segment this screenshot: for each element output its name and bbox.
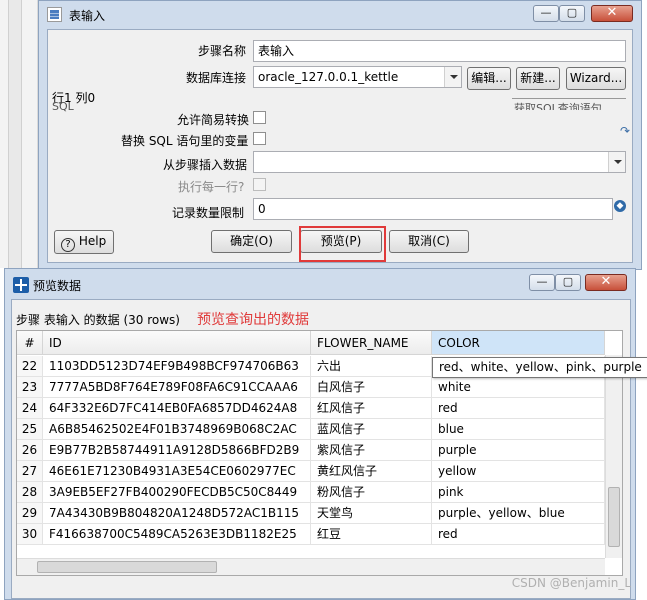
column-header-color[interactable]: COLOR	[432, 331, 605, 355]
kettle-icon	[13, 277, 29, 293]
background-panel	[0, 0, 38, 268]
row-number[interactable]: 24	[17, 398, 43, 419]
table-row[interactable]: 27 46E61E71230B4931A3E54CE0602977EC 黄红风信子 y…	[17, 461, 607, 482]
cell-id[interactable]: 1103DD5123D74EF9B498BCF974706B63	[43, 356, 311, 377]
vertical-scroll-thumb[interactable]	[608, 487, 620, 547]
divider	[512, 98, 626, 99]
cell-flower-name[interactable]: 蓝风信子	[311, 419, 432, 440]
close-button[interactable]: ✕	[585, 274, 627, 291]
watermark: CSDN @Benjamin_L	[511, 576, 631, 590]
cell-flower-name[interactable]: 红豆	[311, 524, 432, 545]
table-row[interactable]: 29 7A43430B9B804820A1248D572AC1B115 天堂鸟 pur…	[17, 503, 607, 524]
table-row[interactable]: 24 64F332E6D7FC414EB0FA6857DD4624A8 红风信子 re…	[17, 398, 607, 419]
minimize-button[interactable]: —	[533, 5, 559, 22]
horizontal-scroll-thumb[interactable]	[37, 561, 217, 573]
table-icon	[47, 7, 62, 22]
cell-id[interactable]: 7A43430B9B804820A1248D572AC1B115	[43, 503, 311, 524]
row-number[interactable]: 27	[17, 461, 43, 482]
cell-id[interactable]: F416638700C5489CA5263E3DB1182E25	[43, 524, 311, 545]
close-button[interactable]: ✕	[591, 5, 633, 22]
limit-label: 记录数量限制	[172, 206, 245, 220]
row-number[interactable]: 30	[17, 524, 43, 545]
table-row[interactable]: 30 F416638700C5489CA5263E3DB1182E25 红豆 red	[17, 524, 607, 545]
chevron-down-icon[interactable]	[444, 67, 461, 87]
table-row[interactable]: 28 3A9EB5EF27FB400290FECDB5C50C8449 粉风信子 pi…	[17, 482, 607, 503]
step-name-input[interactable]: 表输入	[253, 40, 626, 62]
replace-vars-checkbox[interactable]	[253, 132, 266, 145]
cell-id[interactable]: 7777A5BD8F764E789F08FA6C91CCAAA6	[43, 377, 311, 398]
cell-color[interactable]: red	[432, 398, 605, 419]
preview-dialog-title: 预览数据	[33, 279, 82, 293]
cell-id[interactable]: E9B77B2B58744911A9128D5866BFD2B9	[43, 440, 311, 461]
db-connection-label: 数据库连接	[186, 71, 247, 85]
preview-highlight	[299, 226, 386, 262]
cell-color[interactable]: blue	[432, 419, 605, 440]
maximize-button[interactable]: ▢	[555, 274, 581, 291]
wizard-button[interactable]: Wizard...	[566, 67, 626, 90]
variable-icon: ↷	[620, 124, 631, 138]
row-number[interactable]: 25	[17, 419, 43, 440]
new-button[interactable]: 新建...	[516, 67, 560, 90]
cell-flower-name[interactable]: 六出	[311, 356, 432, 377]
help-icon: ?	[61, 238, 75, 252]
cell-id[interactable]: A6B85462502E4F01B3748969B068C2AC	[43, 419, 311, 440]
preview-caption: 步骤 表输入 的数据 (30 rows)	[16, 313, 180, 327]
get-sql-button[interactable]: 获取SQL查询语句	[514, 100, 626, 110]
cell-color[interactable]: purple、yellow、blue	[432, 503, 605, 524]
row-number[interactable]: 29	[17, 503, 43, 524]
cell-flower-name[interactable]: 黄红风信子	[311, 461, 432, 482]
ok-button[interactable]: 确定(O)	[211, 230, 292, 253]
cancel-button[interactable]: 取消(C)	[389, 230, 469, 253]
execute-each-row-label: 执行每一行?	[178, 180, 245, 194]
cell-color[interactable]: yellow	[432, 461, 605, 482]
dialog-title: 表输入	[69, 9, 106, 23]
row-number[interactable]: 26	[17, 440, 43, 461]
step-name-label: 步骤名称	[198, 44, 247, 58]
table-row[interactable]: 26 E9B77B2B58744911A9128D5866BFD2B9 紫风信子 pu…	[17, 440, 607, 461]
cell-id[interactable]: 46E61E71230B4931A3E54CE0602977EC	[43, 461, 311, 482]
column-header-id[interactable]: ID	[43, 331, 311, 355]
lazy-conversion-checkbox[interactable]	[253, 111, 266, 124]
cell-color[interactable]: pink	[432, 482, 605, 503]
column-header-flower-name[interactable]: FLOWER_NAME	[311, 331, 432, 355]
maximize-button[interactable]: ▢	[559, 5, 585, 22]
replace-vars-label: 替换 SQL 语句里的变量	[121, 134, 249, 148]
vertical-scrollbar[interactable]	[605, 355, 622, 558]
lazy-conversion-label: 允许简易转换	[177, 113, 250, 127]
cell-id[interactable]: 64F332E6D7FC414EB0FA6857DD4624A8	[43, 398, 311, 419]
row-number[interactable]: 23	[17, 377, 43, 398]
cell-flower-name[interactable]: 红风信子	[311, 398, 432, 419]
limit-input[interactable]: 0	[253, 198, 613, 220]
cell-flower-name[interactable]: 天堂鸟	[311, 503, 432, 524]
horizontal-scrollbar[interactable]	[17, 558, 605, 575]
cell-color[interactable]: purple	[432, 440, 605, 461]
minimize-button[interactable]: —	[529, 274, 555, 291]
column-header-number[interactable]: #	[17, 331, 43, 355]
help-button[interactable]: ? Help	[54, 230, 114, 254]
sql-label: SQL	[52, 100, 74, 113]
row-number[interactable]: 22	[17, 356, 43, 377]
background-scrollbar[interactable]	[8, 0, 22, 268]
preview-annotation: 预览查询出的数据	[197, 312, 309, 328]
cell-color[interactable]: white	[432, 377, 605, 398]
chevron-down-icon[interactable]	[608, 152, 625, 172]
insert-from-step-select[interactable]	[253, 151, 626, 173]
db-connection-select[interactable]: oracle_127.0.0.1_kettle	[253, 66, 462, 88]
cell-id[interactable]: 3A9EB5EF27FB400290FECDB5C50C8449	[43, 482, 311, 503]
row-number[interactable]: 28	[17, 482, 43, 503]
table-row[interactable]: 23 7777A5BD8F764E789F08FA6C91CCAAA6 白风信子 wh…	[17, 377, 607, 398]
cell-flower-name[interactable]: 白风信子	[311, 377, 432, 398]
variable-icon: ◆	[614, 200, 626, 212]
table-row[interactable]: 25 A6B85462502E4F01B3748969B068C2AC 蓝风信子 bl…	[17, 419, 607, 440]
cell-color[interactable]: red	[432, 524, 605, 545]
cell-tooltip: red、white、yellow、pink、purple	[432, 357, 647, 378]
insert-from-step-label: 从步骤插入数据	[163, 158, 248, 172]
edit-button[interactable]: 编辑...	[467, 67, 511, 90]
cell-flower-name[interactable]: 粉风信子	[311, 482, 432, 503]
db-connection-value: oracle_127.0.0.1_kettle	[258, 70, 399, 84]
help-label: Help	[78, 234, 107, 248]
execute-each-row-checkbox[interactable]	[253, 178, 266, 191]
cell-flower-name[interactable]: 紫风信子	[311, 440, 432, 461]
